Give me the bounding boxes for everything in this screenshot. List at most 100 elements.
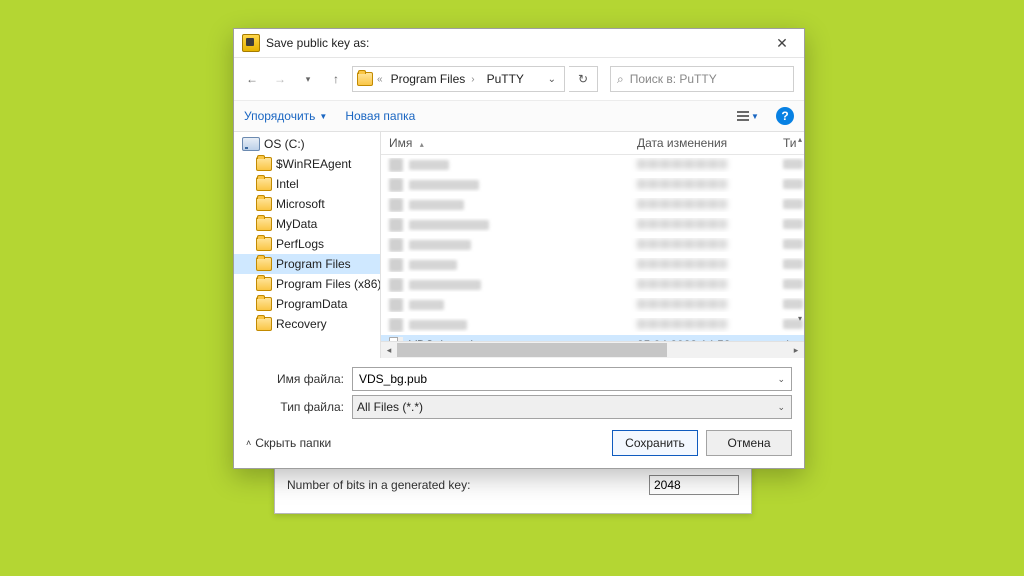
new-folder-button[interactable]: Новая папка — [345, 109, 415, 123]
breadcrumb-ellipsis[interactable]: « — [377, 74, 383, 85]
tree-item-label: Recovery — [276, 317, 327, 331]
list-item[interactable] — [381, 295, 804, 315]
chevron-up-icon: ˄ — [246, 438, 251, 448]
file-list-pane: Имя ▴ Дата изменения Ти ▴ — [381, 132, 804, 358]
tree-item[interactable]: OS (C:) — [234, 134, 380, 154]
list-view-icon — [737, 111, 749, 121]
folder-icon — [256, 157, 272, 171]
search-icon: ⌕ — [617, 72, 624, 87]
chevron-down-icon[interactable]: ⌄ — [775, 402, 787, 413]
column-date[interactable]: Дата изменения — [629, 136, 775, 150]
hide-folders-toggle[interactable]: ˄ Скрыть папки — [246, 436, 331, 450]
tree-item-label: ProgramData — [276, 297, 347, 311]
search-placeholder: Поиск в: PuTTY — [630, 72, 717, 86]
tree-item-label: Microsoft — [276, 197, 325, 211]
tree-item[interactable]: Intel — [234, 174, 380, 194]
folder-icon — [256, 197, 272, 211]
breadcrumb-putty[interactable]: PuTTY — [483, 67, 528, 91]
scroll-down-button[interactable]: ▾ — [798, 314, 802, 323]
save-button[interactable]: Сохранить — [612, 430, 698, 456]
filename-area: Имя файла: ⌄ Тип файла: All Files (*.*) … — [234, 358, 804, 420]
filetype-combobox[interactable]: All Files (*.*) ⌄ — [352, 395, 792, 419]
drive-icon — [242, 137, 260, 151]
bits-input[interactable] — [649, 475, 739, 495]
folder-icon — [256, 297, 272, 311]
folder-tree[interactable]: OS (C:) $WinREAgent Intel Microsoft MyData Pe… — [234, 132, 381, 358]
filetype-value: All Files (*.*) — [357, 400, 423, 414]
list-item[interactable] — [381, 315, 804, 335]
nav-up-button[interactable]: ↑ — [324, 67, 348, 91]
refresh-button[interactable]: ↻ — [569, 66, 598, 92]
folder-icon — [256, 257, 272, 271]
file-list[interactable]: VDS_bg.pub 25.04.2023 14:52 Фа ▾ — [381, 155, 804, 341]
list-item[interactable] — [381, 255, 804, 275]
bits-label: Number of bits in a generated key: — [287, 478, 649, 492]
view-mode-button[interactable]: ▼ — [728, 104, 768, 128]
breadcrumb[interactable]: « Program Files › PuTTY ⌄ — [352, 66, 565, 92]
chevron-down-icon: ▼ — [319, 112, 327, 121]
list-item[interactable] — [381, 175, 804, 195]
tree-item[interactable]: Microsoft — [234, 194, 380, 214]
tree-item-label: $WinREAgent — [276, 157, 351, 171]
cancel-button[interactable]: Отмена — [706, 430, 792, 456]
list-item[interactable] — [381, 155, 804, 175]
tree-item[interactable]: Program Files — [234, 254, 380, 274]
file-name: VDS_bg.pub — [409, 338, 477, 341]
file-date: 25.04.2023 14:52 — [629, 338, 775, 341]
scroll-left-button[interactable]: ◂ — [381, 345, 397, 356]
chevron-down-icon: ▼ — [751, 112, 759, 121]
tree-item[interactable]: Program Files (x86) — [234, 274, 380, 294]
search-input[interactable]: ⌕ Поиск в: PuTTY — [610, 66, 794, 92]
tree-item[interactable]: MyData — [234, 214, 380, 234]
close-button[interactable]: ✕ — [762, 29, 802, 57]
help-button[interactable]: ? — [776, 107, 794, 125]
list-item[interactable] — [381, 195, 804, 215]
nav-forward-button[interactable]: → — [268, 67, 292, 91]
chevron-down-icon[interactable]: ⌄ — [775, 374, 787, 385]
tree-item-label: Program Files (x86) — [276, 277, 380, 291]
tree-item[interactable]: $WinREAgent — [234, 154, 380, 174]
list-item-selected[interactable]: VDS_bg.pub 25.04.2023 14:52 Фа — [381, 335, 804, 341]
file-type: Фа — [775, 338, 804, 341]
filename-field[interactable]: ⌄ — [352, 367, 792, 391]
dialog-title: Save public key as: — [266, 36, 762, 50]
folder-icon — [256, 277, 272, 291]
column-name[interactable]: Имя ▴ — [381, 136, 629, 150]
dialog-footer: ˄ Скрыть папки Сохранить Отмена — [234, 422, 804, 468]
scroll-up-button[interactable]: ▴ — [798, 135, 802, 144]
filename-input[interactable] — [357, 371, 775, 387]
scroll-right-button[interactable]: ▸ — [788, 345, 804, 356]
organize-button[interactable]: Упорядочить ▼ — [244, 109, 327, 123]
tree-item-label: OS (C:) — [264, 137, 305, 151]
folder-icon — [256, 237, 272, 251]
filetype-label: Тип файла: — [246, 400, 352, 414]
breadcrumb-program-files[interactable]: Program Files › — [387, 67, 479, 91]
dialog-body: OS (C:) $WinREAgent Intel Microsoft MyData Pe… — [234, 132, 804, 358]
tree-item[interactable]: ProgramData — [234, 294, 380, 314]
address-bar-row: ← → ▾ ↑ « Program Files › PuTTY ⌄ ↻ ⌕ По… — [234, 58, 804, 100]
nav-back-button[interactable]: ← — [240, 67, 264, 91]
tree-item-label: MyData — [276, 217, 317, 231]
folder-icon — [357, 72, 373, 86]
breadcrumb-dropdown-icon[interactable]: ⌄ — [544, 74, 560, 85]
titlebar: Save public key as: ✕ — [234, 29, 804, 58]
save-file-dialog: Save public key as: ✕ ← → ▾ ↑ « Program … — [233, 28, 805, 469]
file-list-header[interactable]: Имя ▴ Дата изменения Ти ▴ — [381, 132, 804, 155]
folder-icon — [256, 177, 272, 191]
list-item[interactable] — [381, 235, 804, 255]
filename-label: Имя файла: — [246, 372, 352, 386]
scroll-thumb[interactable] — [397, 343, 667, 357]
sort-asc-icon: ▴ — [420, 140, 424, 149]
file-icon — [389, 337, 403, 341]
list-item[interactable] — [381, 215, 804, 235]
puttygen-window: Number of bits in a generated key: — [274, 462, 752, 514]
list-item[interactable] — [381, 275, 804, 295]
puttygen-icon — [242, 34, 260, 52]
tree-item-label: Program Files — [276, 257, 351, 271]
tree-item-label: Intel — [276, 177, 299, 191]
folder-icon — [256, 217, 272, 231]
tree-item[interactable]: PerfLogs — [234, 234, 380, 254]
tree-item[interactable]: Recovery — [234, 314, 380, 334]
horizontal-scrollbar[interactable]: ◂ ▸ — [381, 341, 804, 358]
nav-recent-dropdown[interactable]: ▾ — [296, 67, 320, 91]
